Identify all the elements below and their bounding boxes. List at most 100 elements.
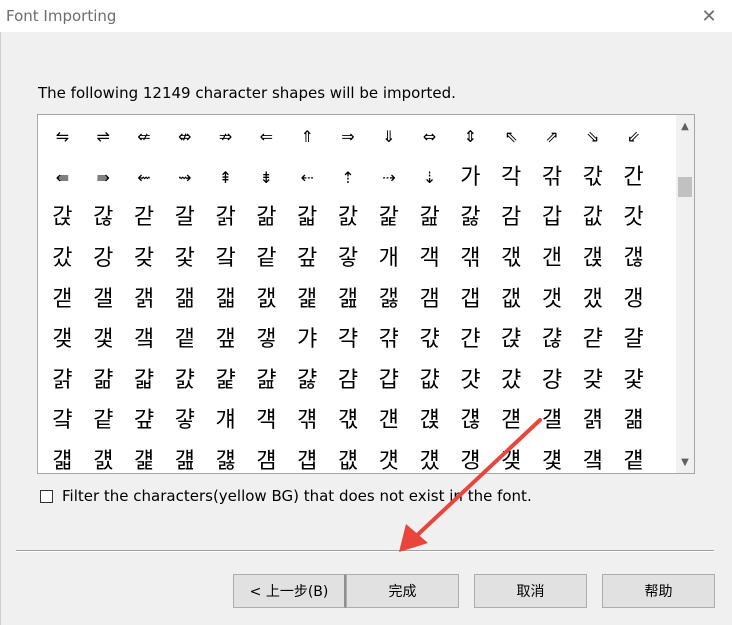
glyph-cell[interactable]: 강 [83, 239, 124, 280]
glyph-cell[interactable]: 걍 [532, 361, 573, 402]
glyph-cell[interactable]: 걖 [287, 401, 328, 442]
glyph-cell[interactable]: 걭 [613, 442, 654, 473]
glyph-cell[interactable]: 갏 [450, 198, 491, 239]
glyph-cell[interactable]: 걞 [613, 401, 654, 442]
glyph-cell[interactable]: 갺 [368, 320, 409, 361]
glyph-cell[interactable]: 갟 [491, 239, 532, 280]
glyph-cell[interactable]: 갛 [328, 239, 369, 280]
glyph-cell[interactable]: ⇢ [368, 158, 409, 199]
glyph-cell[interactable]: 걙 [409, 401, 450, 442]
glyph-cell[interactable]: 걔 [205, 401, 246, 442]
glyph-cell[interactable]: 걊 [409, 361, 450, 402]
vertical-scrollbar[interactable]: ▲ ▼ [676, 115, 694, 473]
glyph-cell[interactable]: 걓 [164, 401, 205, 442]
glyph-cell[interactable]: 갤 [83, 279, 124, 320]
glyph-cell[interactable]: 걌 [491, 361, 532, 402]
glyph-cell[interactable]: 걅 [205, 361, 246, 402]
glyph-cell[interactable]: ⇠ [287, 158, 328, 199]
glyph-cell[interactable]: 걐 [42, 401, 83, 442]
glyph-cell[interactable]: 각 [491, 158, 532, 199]
glyph-cell[interactable]: 갷 [246, 320, 287, 361]
glyph-cell[interactable]: 갼 [450, 320, 491, 361]
glyph-cell[interactable]: 걗 [328, 401, 369, 442]
glyph-cell[interactable]: 걁 [42, 361, 83, 402]
glyph-cell[interactable]: 갳 [83, 320, 124, 361]
glyph-cell[interactable]: 갍 [368, 198, 409, 239]
glyph-cell[interactable]: 걒 [124, 401, 165, 442]
glyph-cell[interactable]: 갯 [532, 279, 573, 320]
glyph-cell[interactable]: 걆 [246, 361, 287, 402]
glyph-cell[interactable]: 갗 [164, 239, 205, 280]
glyph-cell[interactable]: ⇑ [287, 117, 328, 158]
filter-option[interactable]: Filter the characters(yellow BG) that do… [40, 487, 532, 505]
glyph-cell[interactable]: 객 [409, 239, 450, 280]
glyph-cell[interactable]: ⇣ [409, 158, 450, 199]
glyph-cell[interactable]: 갅 [42, 198, 83, 239]
glyph-cell[interactable]: ⇡ [328, 158, 369, 199]
glyph-cell[interactable]: 갈 [164, 198, 205, 239]
scroll-down-icon[interactable]: ▼ [676, 453, 694, 471]
glyph-cell[interactable]: 갫 [368, 279, 409, 320]
glyph-cell[interactable]: 갢 [613, 239, 654, 280]
glyph-cell[interactable]: 걀 [613, 320, 654, 361]
glyph-cell[interactable]: 갸 [287, 320, 328, 361]
character-grid-panel[interactable]: ⇋ ⇌ ⇍ ⇎ ⇏ ⇐ ⇑ ⇒ ⇓ ⇔ ⇕ ⇖ ⇗ ⇘ ⇙ ⇚ ⇛ ⇜ ⇝ ⇞ ⇟ ⇠ ⇡ ⇢ ⇣ 가 각 갂 갃 간 갅 갆 갇 갈 갉 갊 갋 갌 갍 갎… [37, 114, 695, 474]
glyph-cell[interactable]: 갖 [124, 239, 165, 280]
glyph-cell[interactable]: 갨 [246, 279, 287, 320]
glyph-cell[interactable]: 갦 [164, 279, 205, 320]
glyph-cell[interactable]: ⇏ [205, 117, 246, 158]
glyph-cell[interactable]: ⇋ [42, 117, 83, 158]
glyph-cell[interactable]: 걏 [613, 361, 654, 402]
glyph-cell[interactable]: 갬 [409, 279, 450, 320]
glyph-cell[interactable]: 걥 [287, 442, 328, 473]
glyph-cell[interactable]: ⇌ [83, 117, 124, 158]
glyph-cell[interactable]: 걠 [83, 442, 124, 473]
glyph-cell[interactable]: 걕 [246, 401, 287, 442]
glyph-cell[interactable]: 갵 [164, 320, 205, 361]
character-grid[interactable]: ⇋ ⇌ ⇍ ⇎ ⇏ ⇐ ⇑ ⇒ ⇓ ⇔ ⇕ ⇖ ⇗ ⇘ ⇙ ⇚ ⇛ ⇜ ⇝ ⇞ ⇟ ⇠ ⇡ ⇢ ⇣ 가 각 갂 갃 간 갅 갆 갇 갈 갉 갊 갋 갌 갍 갎… [38, 115, 680, 473]
glyph-cell[interactable]: 갩 [287, 279, 328, 320]
glyph-cell[interactable]: ⇙ [613, 117, 654, 158]
glyph-cell[interactable]: 갔 [42, 239, 83, 280]
glyph-cell[interactable]: 갠 [532, 239, 573, 280]
glyph-cell[interactable]: 갹 [328, 320, 369, 361]
glyph-cell[interactable]: 갆 [83, 198, 124, 239]
glyph-cell[interactable]: 걄 [164, 361, 205, 402]
glyph-cell[interactable]: 걪 [491, 442, 532, 473]
glyph-cell[interactable]: 갽 [491, 320, 532, 361]
glyph-cell[interactable]: 걇 [287, 361, 328, 402]
glyph-cell[interactable]: 갪 [328, 279, 369, 320]
close-icon[interactable]: ✕ [686, 0, 732, 32]
glyph-cell[interactable]: 갿 [572, 320, 613, 361]
glyph-cell[interactable]: 갃 [572, 158, 613, 199]
glyph-cell[interactable]: 걣 [205, 442, 246, 473]
help-button[interactable]: 帮助 [602, 574, 715, 608]
glyph-cell[interactable]: 걛 [491, 401, 532, 442]
glyph-cell[interactable]: 갮 [491, 279, 532, 320]
glyph-cell[interactable]: 간 [613, 158, 654, 199]
glyph-cell[interactable]: 갣 [42, 279, 83, 320]
glyph-cell[interactable]: 갚 [287, 239, 328, 280]
glyph-cell[interactable]: 걎 [572, 361, 613, 402]
glyph-cell[interactable]: 걦 [328, 442, 369, 473]
glyph-cell[interactable]: 걂 [83, 361, 124, 402]
glyph-cell[interactable]: 걚 [450, 401, 491, 442]
glyph-cell[interactable]: ⇍ [124, 117, 165, 158]
glyph-cell[interactable]: 갎 [409, 198, 450, 239]
glyph-cell[interactable]: 갡 [572, 239, 613, 280]
glyph-cell[interactable]: 갲 [42, 320, 83, 361]
glyph-cell[interactable]: 갋 [287, 198, 328, 239]
glyph-cell[interactable]: 걡 [124, 442, 165, 473]
glyph-cell[interactable]: 걃 [124, 361, 165, 402]
glyph-cell[interactable]: 걢 [164, 442, 205, 473]
glyph-cell[interactable]: 걫 [532, 442, 573, 473]
glyph-cell[interactable]: ⇛ [83, 158, 124, 199]
glyph-cell[interactable]: 갌 [328, 198, 369, 239]
glyph-cell[interactable]: 걉 [368, 361, 409, 402]
glyph-cell[interactable]: ⇔ [409, 117, 450, 158]
glyph-cell[interactable]: 갘 [205, 239, 246, 280]
glyph-cell[interactable]: 걟 [42, 442, 83, 473]
back-button[interactable]: < 上一步(B) [233, 574, 346, 608]
glyph-cell[interactable]: 갥 [124, 279, 165, 320]
glyph-cell[interactable]: 걘 [368, 401, 409, 442]
